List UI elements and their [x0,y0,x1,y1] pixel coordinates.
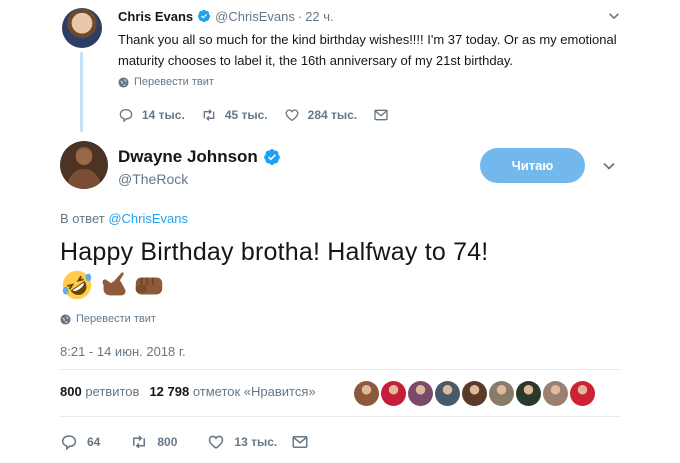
direct-message-button[interactable] [291,433,309,451]
thread-connector [80,52,83,132]
avatar[interactable] [62,8,102,48]
reply-button[interactable]: 14 тыс. [118,107,185,123]
globe-icon [118,76,129,88]
reply-context: В ответ @ChrisEvans [60,211,188,226]
tweet-time[interactable]: 22 ч. [305,9,333,24]
translate-tweet-link[interactable]: Перевести твит [118,76,214,88]
reply-count: 64 [87,435,101,449]
author-handle[interactable]: @ChrisEvans [215,9,295,24]
tweet-header: Chris Evans @ChrisEvans · 22 ч. [118,9,334,26]
divider [60,416,620,417]
liker-avatar[interactable] [435,381,460,406]
envelope-icon [374,109,388,121]
liker-avatar[interactable] [489,381,514,406]
liker-avatar[interactable] [354,381,379,406]
following-button[interactable]: Читаю [480,148,585,183]
oncoming-fist-icon [135,277,163,295]
reply-prefix: В ответ [60,211,105,226]
like-count: 284 тыс. [307,108,358,122]
avatar-image [66,149,102,189]
tweet-actions: 14 тыс. 45 тыс. 284 тыс. [118,106,405,124]
chevron-down-icon[interactable] [607,9,621,23]
retweet-count: 800 [157,435,178,449]
likes-stat[interactable]: 12 798 отметок «Нравится» [149,384,315,399]
verified-icon [197,9,211,26]
like-button[interactable]: 13 тыс. [207,433,277,451]
translate-label: Перевести твит [76,313,156,325]
translate-tweet-link[interactable]: Перевести твит [60,313,156,325]
retweet-icon [203,109,215,121]
call-me-hand-icon [102,272,126,296]
envelope-icon [292,436,308,448]
reply-count: 14 тыс. [142,108,185,122]
likes-label: отметок «Нравится» [192,384,316,399]
like-button[interactable]: 284 тыс. [284,107,358,123]
author-name-text: Dwayne Johnson [118,147,258,166]
translate-label: Перевести твит [134,76,214,88]
retweet-count: 45 тыс. [224,108,268,122]
retweets-stat[interactable]: 800 ретвитов [60,384,139,399]
heart-icon [209,435,224,449]
heart-icon [285,109,299,122]
tweet-text: Thank you all so much for the kind birth… [118,32,617,68]
avatar[interactable] [60,141,108,189]
retweet-button[interactable]: 800 [130,433,177,451]
author-handle[interactable]: @TheRock [118,171,188,187]
tweet-timestamp[interactable]: 8:21 - 14 июн. 2018 г. [60,344,186,359]
separator-dot: · [297,9,303,24]
author-name[interactable]: Dwayne Johnson [118,147,281,167]
chevron-down-icon[interactable] [601,158,617,174]
retweets-count: 800 [60,384,82,399]
globe-icon [60,313,71,325]
author-name[interactable]: Chris Evans [118,9,193,24]
liker-avatar[interactable] [381,381,406,406]
liker-avatar[interactable] [543,381,568,406]
tweet-actions: 64 800 13 тыс. [60,432,339,452]
liker-avatar[interactable] [462,381,487,406]
retweet-icon [133,435,146,449]
like-count: 13 тыс. [234,435,278,449]
liker-avatars [354,381,595,406]
rolling-on-floor-laughing-icon [62,270,92,300]
reply-mention-link[interactable]: @ChrisEvans [108,211,188,226]
reply-icon [119,108,133,123]
reply-button[interactable]: 64 [60,433,100,451]
emoji-row [60,268,166,302]
liker-avatar[interactable] [570,381,595,406]
liker-avatar[interactable] [408,381,433,406]
tweet-text: Happy Birthday brotha! Halfway to 74! [60,238,489,266]
divider [60,369,620,370]
reply-icon [61,435,77,451]
verified-icon [263,149,280,165]
liker-avatar[interactable] [516,381,541,406]
tweet-stats: 800 ретвитов 12 798 отметок «Нравится» [60,384,316,399]
parent-tweet: Chris Evans @ChrisEvans · 22 ч. Thank you a… [0,0,680,135]
retweet-button[interactable]: 45 тыс. [201,107,268,123]
likes-count: 12 798 [149,384,190,399]
direct-message-button[interactable] [373,107,389,123]
retweets-label: ретвитов [85,384,140,399]
